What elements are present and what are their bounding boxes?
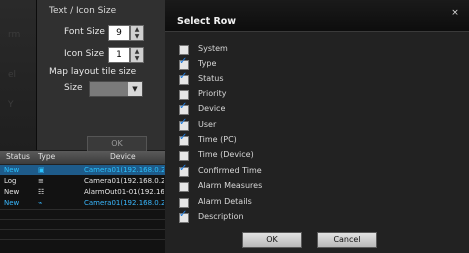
left-panel-label: Y (8, 100, 14, 110)
checkbox-row-alarm-measures[interactable]: Alarm Measures (177, 180, 377, 193)
checkmark-icon: ✓ (179, 101, 188, 112)
checkbox-alarm-measures[interactable] (179, 182, 189, 192)
checkbox-row-priority[interactable]: Priority (177, 88, 377, 101)
icon-size-input[interactable]: 1 (108, 47, 130, 63)
checkbox-type[interactable]: ✓ (179, 56, 189, 70)
checkbox-label-confirmed-time: Confirmed Time (198, 166, 262, 175)
checkbox-time-device[interactable] (179, 151, 189, 161)
dialog-title: Select Row (177, 16, 237, 27)
checkbox-label-type: Type (198, 59, 217, 68)
table-cell-device: AlarmOut01-01(192.168. (84, 188, 164, 196)
checkbox-row-time-device[interactable]: Time (Device) (177, 149, 377, 162)
table-cell-status: Log (4, 177, 17, 185)
font-size-label: Font Size (64, 27, 105, 37)
dialog-titlebar[interactable]: Select Row × (165, 0, 469, 32)
type-icon: ≡ (38, 177, 44, 185)
checkmark-icon: ✓ (179, 117, 188, 128)
ok-button[interactable]: OK (242, 232, 302, 248)
checkbox-time-pc[interactable]: ✓ (179, 132, 189, 146)
checkbox-row-system[interactable]: System (177, 43, 377, 56)
checkbox-status[interactable]: ✓ (179, 71, 189, 85)
left-panel-label: el (8, 70, 17, 80)
checkbox-priority[interactable] (179, 90, 189, 100)
checkbox-row-device[interactable]: ✓ Device (177, 101, 377, 116)
size-dropdown[interactable]: ▼ (89, 81, 143, 97)
checkmark-icon: ✓ (179, 209, 188, 220)
checkmark-icon: ✓ (179, 163, 188, 174)
map-layout-tile-size-label: Map layout tile size (49, 67, 137, 77)
checkbox-alarm-details[interactable] (179, 198, 189, 208)
type-icon: ▣ (38, 166, 45, 174)
checkbox-device[interactable]: ✓ (179, 101, 189, 115)
checkbox-row-status[interactable]: ✓ Status (177, 71, 377, 86)
table-cell-status: New (4, 188, 20, 196)
checkbox-row-confirmed-time[interactable]: ✓ Confirmed Time (177, 163, 377, 178)
settings-ok-button[interactable]: OK (87, 136, 147, 152)
font-size-input[interactable]: 9 (108, 25, 130, 41)
checkmark-icon: ✓ (179, 71, 188, 82)
checkbox-label-time-device: Time (Device) (198, 150, 254, 159)
close-icon[interactable]: × (450, 8, 460, 18)
table-cell-status: New (4, 166, 20, 174)
checkbox-label-time-pc: Time (PC) (198, 135, 237, 144)
checkbox-label-description: Description (198, 212, 244, 221)
column-header-type[interactable]: Type (38, 152, 55, 161)
checkbox-user[interactable]: ✓ (179, 117, 189, 131)
type-icon: ☷ (38, 188, 45, 196)
checkbox-row-type[interactable]: ✓ Type (177, 56, 377, 71)
table-cell-device: Camera01(192.168.0.22 (84, 177, 164, 185)
table-cell-device: Camera01(192.168.0.22 (84, 199, 164, 207)
table-cell-device: Camera01(192.168.0.22 (84, 166, 164, 174)
font-size-spinner[interactable]: ▲ ▼ (130, 25, 144, 41)
text-icon-size-section-title: Text / Icon Size (49, 6, 117, 16)
table-cell-status: New (4, 199, 20, 207)
icon-size-spinner[interactable]: ▲ ▼ (130, 47, 144, 63)
column-header-status[interactable]: Status (6, 152, 30, 161)
checkbox-label-priority: Priority (198, 89, 227, 98)
type-icon: ⌁ (38, 199, 43, 207)
checkbox-label-system: System (198, 44, 228, 53)
checkmark-icon: ✓ (179, 132, 188, 143)
checkbox-row-user[interactable]: ✓ User (177, 117, 377, 132)
checkbox-system[interactable] (179, 45, 189, 55)
checkbox-row-description[interactable]: ✓ Description (177, 209, 377, 224)
select-row-dialog: Select Row × System ✓ Type ✓ Status Prio… (165, 0, 469, 253)
settings-panel: Text / Icon Size Font Size 9 ▲ ▼ Icon Siz… (37, 0, 166, 152)
checkbox-label-user: User (198, 120, 217, 129)
left-panel-label: rm (8, 30, 21, 40)
checkmark-icon: ✓ (179, 56, 188, 67)
size-label: Size (64, 83, 83, 93)
checkbox-row-alarm-details[interactable]: Alarm Details (177, 196, 377, 209)
column-header-device[interactable]: Device (110, 152, 136, 161)
checkbox-row-time-pc[interactable]: ✓ Time (PC) (177, 132, 377, 147)
chevron-down-icon[interactable]: ▼ (128, 82, 142, 96)
checkbox-label-status: Status (198, 74, 224, 83)
checkbox-description[interactable]: ✓ (179, 209, 189, 223)
checkbox-label-alarm-measures: Alarm Measures (198, 181, 263, 190)
left-panel: rm el Y (0, 0, 37, 150)
checkbox-label-alarm-details: Alarm Details (198, 197, 252, 206)
cancel-button[interactable]: Cancel (317, 232, 377, 248)
checkbox-confirmed-time[interactable]: ✓ (179, 163, 189, 177)
icon-size-label: Icon Size (64, 49, 105, 59)
checkbox-label-device: Device (198, 104, 226, 113)
